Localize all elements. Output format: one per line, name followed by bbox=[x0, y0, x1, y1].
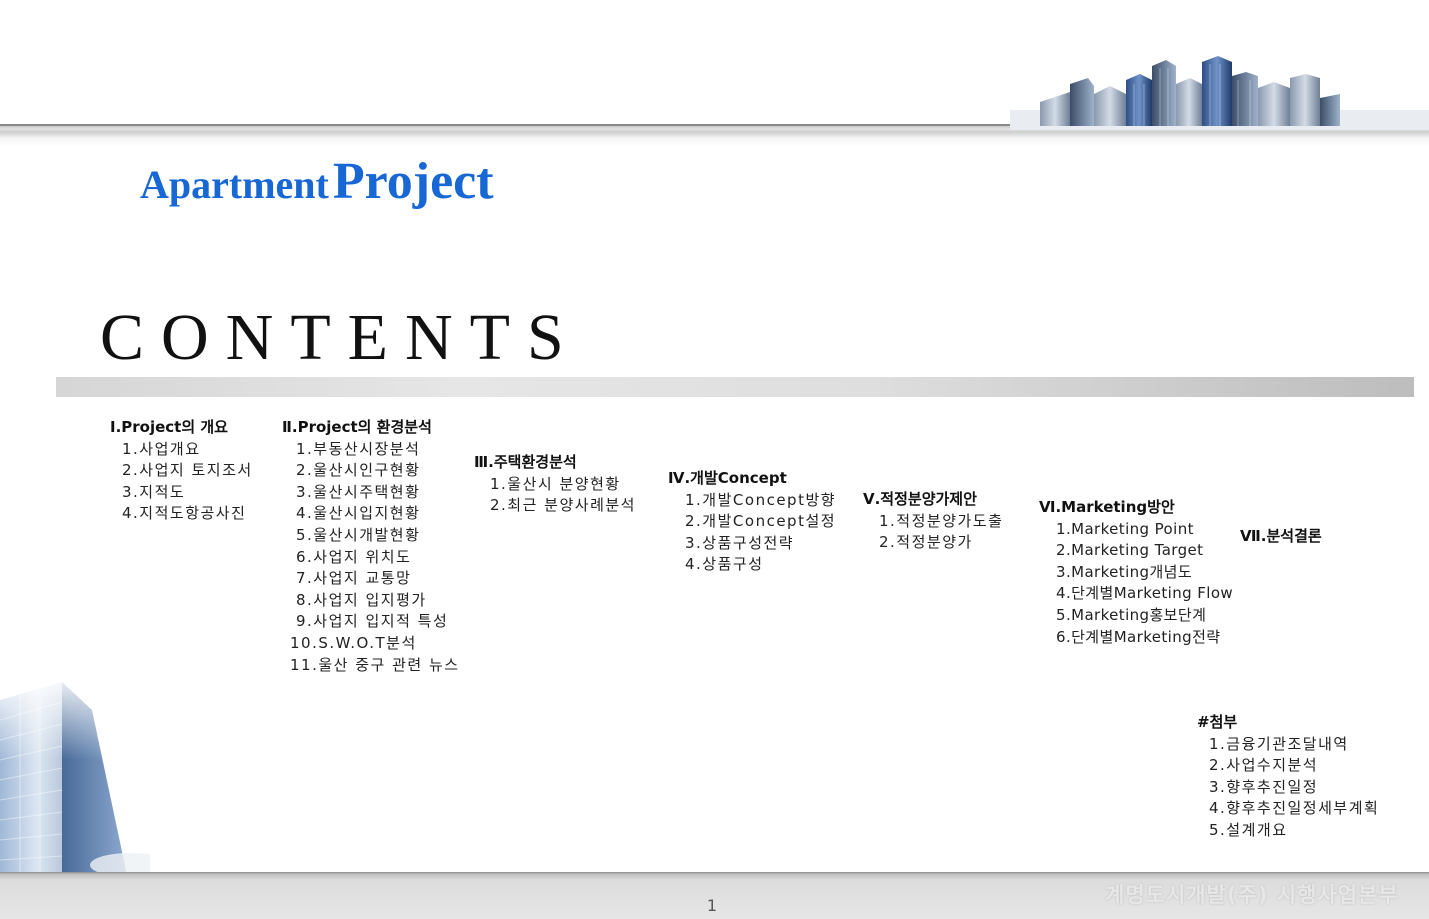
toc-item-list: 1.Marketing Point 2.Marketing Target 3.M… bbox=[1039, 519, 1233, 649]
toc-item: 2.개발Concept설정 bbox=[685, 512, 837, 531]
company-name: 계명도시개발(주) 시행사업본부 bbox=[1105, 883, 1399, 907]
toc-item: 6.사업지 위치도 bbox=[296, 547, 412, 566]
toc-item: 1.사업개요 bbox=[122, 439, 201, 458]
toc-item: 5.설계개요 bbox=[1209, 820, 1288, 839]
toc-item: 1.적정분양가도출 bbox=[879, 511, 1004, 530]
toc-item-list: 1.울산시 분양현황 2.최근 분양사례분석 bbox=[474, 474, 636, 517]
toc-item: 2.사업수지분석 bbox=[1209, 756, 1319, 775]
toc-section-title: #첨부 bbox=[1197, 713, 1238, 731]
toc-item: 4.단계별Marketing Flow bbox=[1056, 584, 1234, 603]
toc-item: 10.S.W.O.T분석 bbox=[290, 633, 417, 652]
tower-image bbox=[0, 680, 150, 880]
toc-item-list: 1.부동산시장분석 2.울산시인구현황 3.울산시주택현황 4.울산시입지현황 … bbox=[282, 439, 460, 677]
toc-section-title: Ⅴ.적정분양가제안 bbox=[863, 490, 977, 508]
toc-item: 3.상품구성전략 bbox=[685, 533, 795, 552]
toc-item: 4.울산시입지현황 bbox=[296, 504, 421, 523]
toc-item: 1.개발Concept방향 bbox=[685, 490, 837, 509]
toc-section-5: Ⅴ.적정분양가제안 1.적정분양가도출 2.적정분양가 bbox=[863, 489, 1003, 554]
toc-section-7: Ⅶ.분석결론 bbox=[1240, 526, 1322, 548]
toc-item: 8.사업지 입지평가 bbox=[296, 590, 427, 609]
toc-item: 2.적정분양가 bbox=[879, 533, 973, 552]
toc-item: 4.상품구성 bbox=[685, 555, 764, 574]
toc-item: 1.울산시 분양현황 bbox=[490, 474, 621, 493]
toc-item: 1.금융기관조달내역 bbox=[1209, 734, 1349, 753]
toc-item: 9.사업지 입지적 특성 bbox=[296, 612, 449, 631]
skyline-image bbox=[1010, 56, 1429, 130]
toc-item: 6.단계별Marketing전략 bbox=[1056, 627, 1221, 646]
page-title: Apartment Project bbox=[140, 152, 494, 211]
toc-item: 1.부동산시장분석 bbox=[296, 439, 421, 458]
title-word-project: Project bbox=[332, 153, 494, 210]
toc-item-list: 1.개발Concept방향 2.개발Concept설정 3.상품구성전략 4.상… bbox=[668, 490, 836, 576]
toc-item: 4.지적도항공사진 bbox=[122, 504, 247, 523]
page-number: 1 bbox=[706, 896, 718, 915]
toc-section-2: Ⅱ.Project의 환경분석 1.부동산시장분석 2.울산시인구현황 3.울산… bbox=[282, 417, 460, 676]
toc-section-title: Ⅵ.Marketing방안 bbox=[1039, 498, 1175, 516]
toc-item-list: 1.금융기관조달내역 2.사업수지분석 3.향후추진일정 4.향후추진일정세부계… bbox=[1197, 734, 1379, 842]
toc-item: 2.Marketing Target bbox=[1056, 541, 1204, 560]
toc-section-title: Ⅱ.Project의 환경분석 bbox=[282, 418, 432, 436]
toc-section-title: Ⅶ.분석결론 bbox=[1240, 527, 1322, 545]
toc-item: 3.향후추진일정 bbox=[1209, 777, 1319, 796]
toc-item: 3.지적도 bbox=[122, 482, 186, 501]
toc-section-title: Ⅲ.주택환경분석 bbox=[474, 453, 577, 471]
toc-item-list: 1.사업개요 2.사업지 토지조서 3.지적도 4.지적도항공사진 bbox=[110, 439, 253, 525]
toc-section-title: Ⅰ.Project의 개요 bbox=[110, 418, 228, 436]
toc-item: 2.최근 분양사례분석 bbox=[490, 496, 636, 515]
toc-item: 2.울산시인구현황 bbox=[296, 461, 421, 480]
toc-item: 3.Marketing개념도 bbox=[1056, 562, 1193, 581]
toc-item: 5.울산시개발현황 bbox=[296, 525, 421, 544]
toc-item: 11.울산 중구 관련 뉴스 bbox=[290, 655, 460, 674]
title-word-apartment: Apartment bbox=[140, 162, 329, 207]
contents-heading: CONTENTS bbox=[100, 301, 581, 374]
toc-section-6: Ⅵ.Marketing방안 1.Marketing Point 2.Market… bbox=[1039, 497, 1233, 648]
toc-item: 5.Marketing홍보단계 bbox=[1056, 605, 1207, 624]
toc-section-1: Ⅰ.Project의 개요 1.사업개요 2.사업지 토지조서 3.지적도 4.… bbox=[110, 417, 253, 525]
toc-section-title: Ⅳ.개발Concept bbox=[668, 469, 787, 487]
toc-item-list: 1.적정분양가도출 2.적정분양가 bbox=[863, 511, 1003, 554]
divider-bar bbox=[56, 377, 1414, 397]
toc-item: 3.울산시주택현황 bbox=[296, 482, 421, 501]
toc-item: 7.사업지 교통망 bbox=[296, 569, 412, 588]
toc-item: 1.Marketing Point bbox=[1056, 519, 1194, 538]
toc-section-3: Ⅲ.주택환경분석 1.울산시 분양현황 2.최근 분양사례분석 bbox=[474, 452, 636, 517]
toc-section-attachment: #첨부 1.금융기관조달내역 2.사업수지분석 3.향후추진일정 4.향후추진일… bbox=[1197, 712, 1379, 842]
toc-item: 4.향후추진일정세부계획 bbox=[1209, 799, 1380, 818]
toc-item: 2.사업지 토지조서 bbox=[122, 461, 253, 480]
toc-section-4: Ⅳ.개발Concept 1.개발Concept방향 2.개발Concept설정 … bbox=[668, 468, 836, 576]
